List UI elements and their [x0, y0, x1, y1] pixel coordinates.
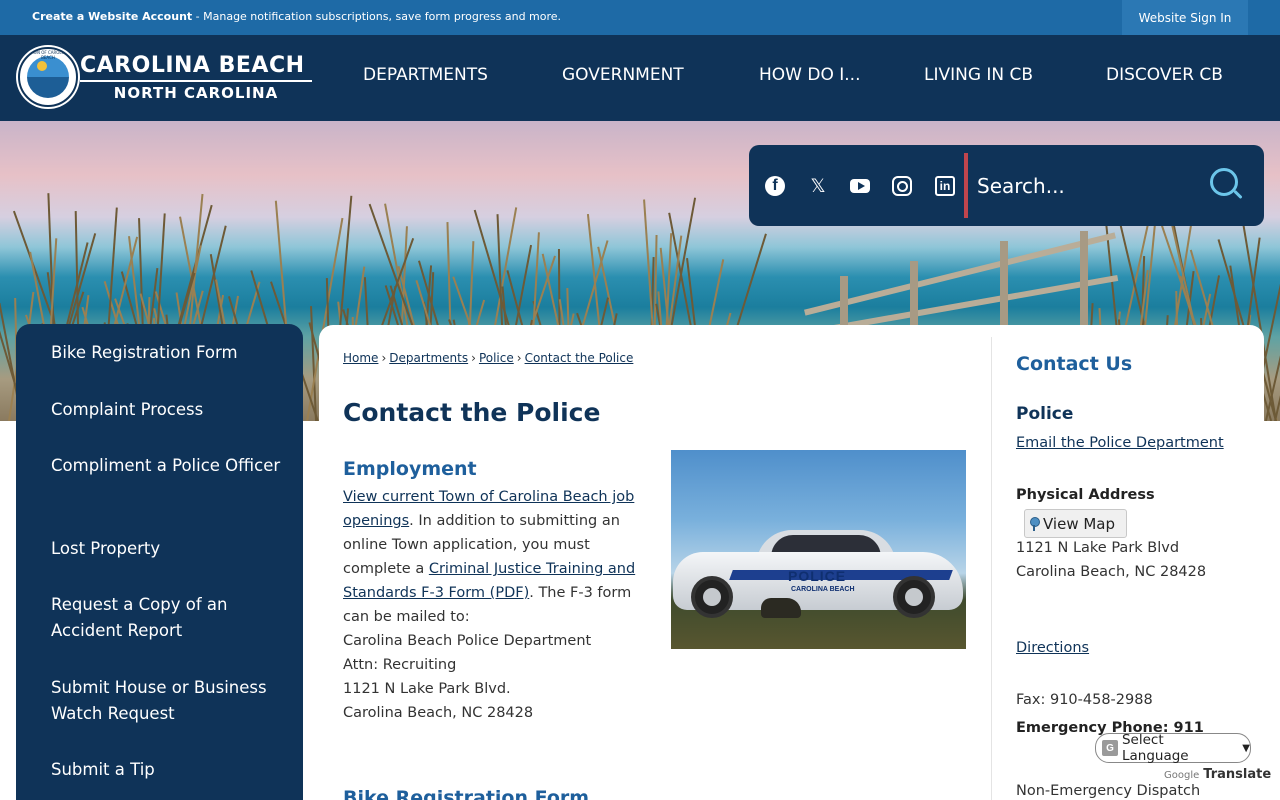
site-logo-text[interactable]: CAROLINA BEACH NORTH CAROLINA	[80, 53, 312, 102]
chevron-down-icon: ▼	[1242, 742, 1250, 754]
email-police-link[interactable]: Email the Police Department	[1016, 435, 1224, 451]
non-emergency-dispatch: Non-Emergency Dispatch	[1016, 783, 1201, 799]
map-pin-icon	[1029, 516, 1040, 531]
nav-discover-cb[interactable]: DISCOVER CB	[1106, 65, 1223, 85]
x-twitter-icon[interactable]: 𝕏	[807, 175, 829, 197]
contact-dept-name: Police	[1016, 404, 1074, 424]
breadcrumb-home[interactable]: Home	[343, 351, 378, 365]
sidebar-item-compliment-officer[interactable]: Compliment a Police Officer	[51, 453, 281, 479]
address-line-1: 1121 N Lake Park Blvd	[1016, 540, 1180, 556]
linkedin-icon[interactable]: in	[935, 176, 955, 196]
employment-text: View current Town of Carolina Beach job …	[343, 489, 636, 721]
nav-living-in-cb[interactable]: LIVING IN CB	[924, 65, 1033, 85]
nav-departments[interactable]: DEPARTMENTS	[363, 65, 488, 85]
police-car-photo: POLICE CAROLINA BEACH	[671, 450, 966, 649]
nav-government[interactable]: GOVERNMENT	[562, 65, 684, 85]
site-header: TOWN OF CAROLINA BEACH CAROLINA BEACH NO…	[0, 35, 1280, 121]
physical-address-label: Physical Address	[1016, 487, 1155, 503]
sidebar-item-house-watch[interactable]: Submit House or Business Watch Request	[51, 675, 281, 727]
breadcrumb-departments[interactable]: Departments	[389, 351, 468, 365]
search-icon[interactable]	[1207, 165, 1247, 205]
google-translate-icon: G	[1102, 740, 1118, 756]
nav-how-do-i[interactable]: HOW DO I...	[759, 65, 860, 85]
sidebar-item-submit-tip[interactable]: Submit a Tip	[51, 757, 281, 783]
sign-in-button[interactable]: Website Sign In	[1122, 0, 1248, 35]
address-line-2: Carolina Beach, NC 28428	[1016, 564, 1207, 580]
fax-number: Fax: 910-458-2988	[1016, 692, 1153, 708]
sidebar-item-complaint-process[interactable]: Complaint Process	[51, 397, 281, 423]
language-select[interactable]: G Select Language ▼	[1095, 732, 1251, 764]
sidebar-item-bike-registration[interactable]: Bike Registration Form	[51, 340, 281, 366]
bike-registration-heading: Bike Registration Form	[343, 787, 590, 800]
view-map-button[interactable]: View Map	[1024, 509, 1127, 538]
create-account-link[interactable]: Create a Website Account - Manage notifi…	[32, 10, 561, 23]
employment-heading: Employment	[343, 458, 477, 480]
town-seal-logo[interactable]: TOWN OF CAROLINA BEACH	[18, 47, 78, 107]
sidebar-item-accident-report[interactable]: Request a Copy of an Accident Report	[51, 592, 281, 644]
police-car-label: POLICE	[788, 568, 847, 584]
contact-us-title: Contact Us	[1016, 353, 1133, 375]
police-dog	[761, 598, 801, 618]
top-utility-bar: Create a Website Account - Manage notifi…	[0, 0, 1280, 35]
breadcrumb-police[interactable]: Police	[479, 351, 514, 365]
powered-by-google-translate[interactable]: Google Translate	[1164, 767, 1271, 782]
sidebar-nav: Bike Registration Form Complaint Process…	[16, 324, 303, 800]
breadcrumb-contact-police[interactable]: Contact the Police	[525, 351, 634, 365]
breadcrumb: Home › Departments › Police › Contact the Poli…	[343, 351, 634, 365]
search-social-panel: f 𝕏 in	[749, 145, 1264, 226]
sidebar-item-lost-property[interactable]: Lost Property	[51, 536, 281, 562]
facebook-icon[interactable]: f	[765, 176, 785, 196]
youtube-icon[interactable]	[850, 179, 870, 193]
instagram-icon[interactable]	[892, 176, 912, 196]
search-input[interactable]	[977, 165, 1197, 207]
directions-link[interactable]: Directions	[1016, 640, 1089, 656]
page-title: Contact the Police	[343, 398, 601, 427]
contact-us-panel: Contact Us Police Email the Police Depar…	[991, 337, 1264, 800]
search-divider	[964, 153, 968, 218]
